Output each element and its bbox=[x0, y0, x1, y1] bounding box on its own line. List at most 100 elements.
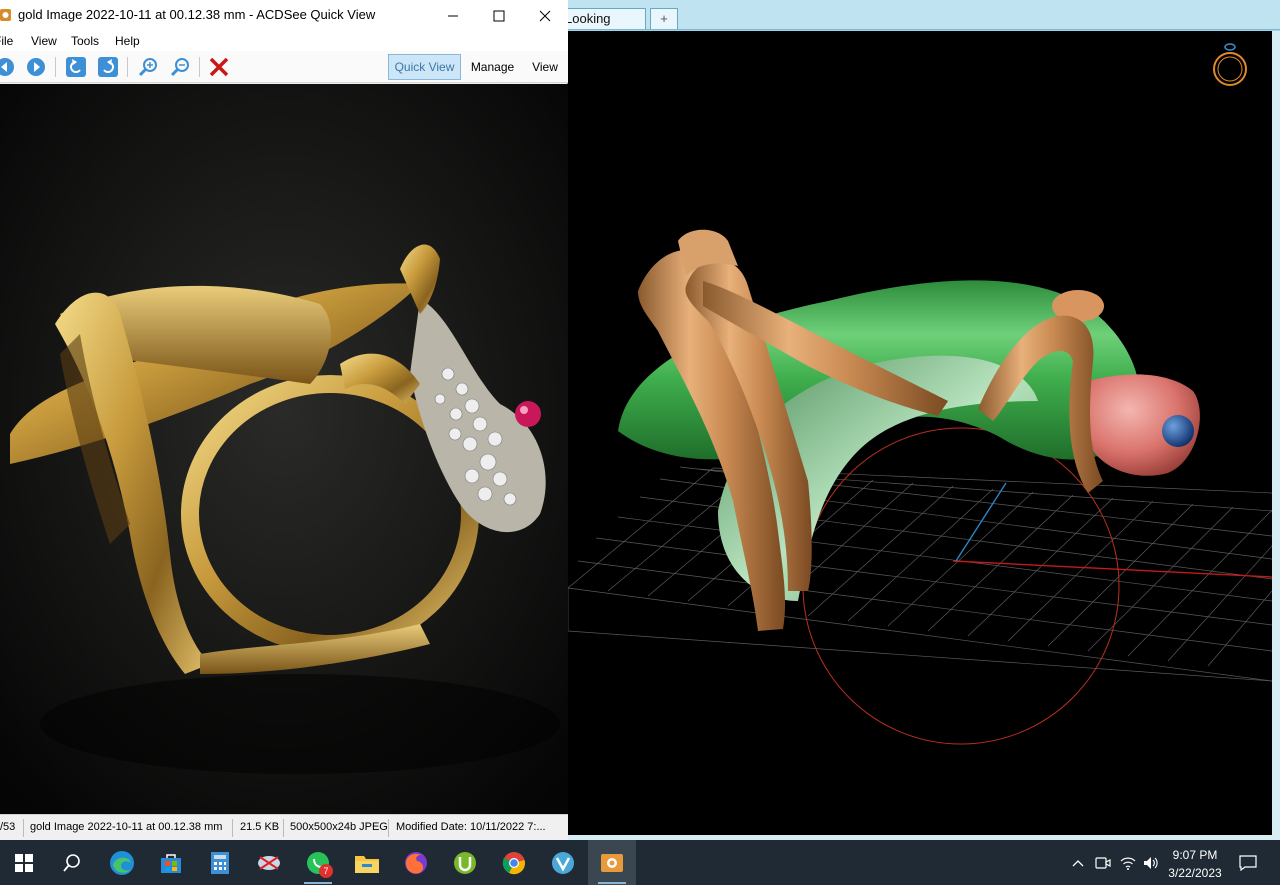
scissors-icon bbox=[258, 855, 280, 870]
grasshopper-3d-model bbox=[568, 229, 1272, 745]
close-icon bbox=[539, 10, 551, 21]
minimize-button[interactable] bbox=[430, 0, 476, 31]
menu-help[interactable]: Help bbox=[115, 34, 140, 48]
3d-viewport[interactable] bbox=[568, 31, 1272, 837]
ring-size-circle bbox=[802, 427, 1120, 745]
snipping-tool-taskbar-icon[interactable] bbox=[245, 840, 293, 885]
show-hidden-icons-button[interactable] bbox=[1068, 840, 1088, 885]
close-button[interactable] bbox=[522, 0, 568, 31]
status-file-size: 21.5 KB bbox=[240, 821, 280, 833]
zoom-in-button[interactable] bbox=[135, 54, 161, 80]
acdsee-quick-view-window: gold Image 2022-10-11 at 00.12.38 mm - A… bbox=[0, 0, 568, 840]
plus-icon: + bbox=[660, 11, 668, 26]
zoom-out-icon bbox=[170, 58, 189, 77]
modeling-app-window: Looking Down + bbox=[565, 0, 1280, 840]
chrome-taskbar-icon[interactable] bbox=[490, 840, 538, 885]
zoom-out-button[interactable] bbox=[167, 54, 193, 80]
viewport-frame-right bbox=[1272, 31, 1280, 840]
status-position: /53 bbox=[0, 821, 16, 833]
toolbar-separator bbox=[127, 57, 128, 77]
chrome-icon bbox=[502, 851, 525, 874]
maximize-icon bbox=[493, 10, 505, 21]
arrow-left-icon bbox=[0, 58, 14, 76]
camera-icon bbox=[1095, 856, 1111, 869]
volume-button[interactable] bbox=[1140, 840, 1162, 885]
store-taskbar-icon[interactable] bbox=[147, 840, 195, 885]
menu-file[interactable]: File bbox=[0, 34, 13, 48]
zoom-in-icon bbox=[138, 58, 157, 77]
delete-x-icon bbox=[209, 57, 229, 77]
firefox-taskbar-icon[interactable] bbox=[392, 840, 440, 885]
status-bar: /53 gold Image 2022-10-11 at 00.12.38 mm… bbox=[0, 814, 568, 840]
tab-looking-down[interactable]: Looking Down bbox=[565, 8, 646, 46]
meet-now-button[interactable] bbox=[1092, 840, 1114, 885]
menu-tools[interactable]: Tools bbox=[71, 34, 99, 48]
start-button[interactable] bbox=[0, 840, 48, 885]
rotate-left-button[interactable] bbox=[63, 54, 89, 80]
image-viewer-pane[interactable] bbox=[0, 84, 568, 814]
chevron-up-icon bbox=[1072, 859, 1084, 866]
search-button[interactable] bbox=[48, 840, 96, 885]
previous-button[interactable] bbox=[0, 54, 18, 80]
store-bag-icon bbox=[161, 853, 181, 873]
status-filename: gold Image 2022-10-11 at 00.12.38 mm bbox=[30, 821, 223, 833]
windows-logo-icon bbox=[15, 853, 33, 872]
view-tab-bar: Looking Down + bbox=[565, 0, 1280, 46]
firefox-icon bbox=[405, 851, 427, 874]
notifications-button[interactable] bbox=[1234, 840, 1262, 885]
network-button[interactable] bbox=[1117, 840, 1139, 885]
menu-bar: File View Tools Help bbox=[0, 31, 568, 51]
notification-icon bbox=[1239, 854, 1257, 871]
gold-grasshopper-ring-photo bbox=[0, 84, 568, 814]
window-title: gold Image 2022-10-11 at 00.12.38 mm - A… bbox=[18, 7, 376, 22]
acdsee-app-icon bbox=[0, 9, 11, 21]
status-dimensions: 500x500x24b JPEG bbox=[290, 821, 388, 833]
delete-button[interactable] bbox=[206, 54, 232, 80]
wifi-icon bbox=[1120, 857, 1136, 870]
edge-taskbar-icon[interactable] bbox=[98, 840, 146, 885]
search-icon bbox=[63, 853, 80, 872]
calculator-taskbar-icon[interactable] bbox=[196, 840, 244, 885]
speaker-icon bbox=[1144, 856, 1158, 869]
utorrent-icon bbox=[454, 851, 476, 874]
x-axis-line bbox=[952, 560, 1272, 578]
window-title-bar[interactable]: gold Image 2022-10-11 at 00.12.38 mm - A… bbox=[0, 0, 568, 31]
status-separator bbox=[388, 819, 389, 837]
whatsapp-taskbar-icon[interactable]: 7 bbox=[294, 840, 342, 885]
status-separator bbox=[23, 819, 24, 837]
toolbar: Quick View Manage View bbox=[0, 51, 568, 83]
arrow-right-icon bbox=[27, 58, 45, 76]
ring-orientation-icon[interactable] bbox=[1210, 41, 1250, 93]
manage-mode-button[interactable]: Manage bbox=[465, 54, 520, 80]
quick-view-mode-button[interactable]: Quick View bbox=[388, 54, 461, 80]
edge-icon bbox=[110, 850, 134, 875]
status-separator bbox=[283, 819, 284, 837]
minimize-icon bbox=[448, 15, 458, 16]
calculator-icon bbox=[211, 851, 229, 874]
next-button[interactable] bbox=[23, 54, 49, 80]
status-modified-date: Modified Date: 10/11/2022 7:... bbox=[396, 821, 546, 833]
vector-app-icon bbox=[552, 851, 574, 874]
rotate-right-button[interactable] bbox=[95, 54, 121, 80]
acdsee-taskbar-icon[interactable] bbox=[588, 840, 636, 885]
folder-icon bbox=[355, 855, 379, 873]
eye-sphere bbox=[1162, 415, 1194, 447]
status-separator bbox=[232, 819, 233, 837]
ground-grid bbox=[568, 466, 1272, 682]
rotate-right-icon bbox=[98, 57, 118, 77]
clock-time[interactable]: 9:07 PM bbox=[1166, 848, 1224, 862]
notification-badge: 7 bbox=[319, 864, 333, 878]
maximize-button[interactable] bbox=[476, 0, 522, 31]
toolbar-separator bbox=[199, 57, 200, 77]
y-axis-line bbox=[955, 482, 1007, 562]
utorrent-taskbar-icon[interactable] bbox=[441, 840, 489, 885]
acdsee-icon bbox=[601, 853, 623, 872]
menu-view[interactable]: View bbox=[31, 34, 57, 48]
file-explorer-taskbar-icon[interactable] bbox=[343, 840, 391, 885]
clock-date[interactable]: 3/22/2023 bbox=[1166, 866, 1224, 880]
windows-taskbar: 7 9:07 PM 3/22/2023 bbox=[0, 840, 1280, 885]
view-mode-button[interactable]: View bbox=[525, 54, 565, 80]
rotate-left-icon bbox=[66, 57, 86, 77]
add-tab-button[interactable]: + bbox=[650, 8, 678, 29]
vectorworks-taskbar-icon[interactable] bbox=[539, 840, 587, 885]
